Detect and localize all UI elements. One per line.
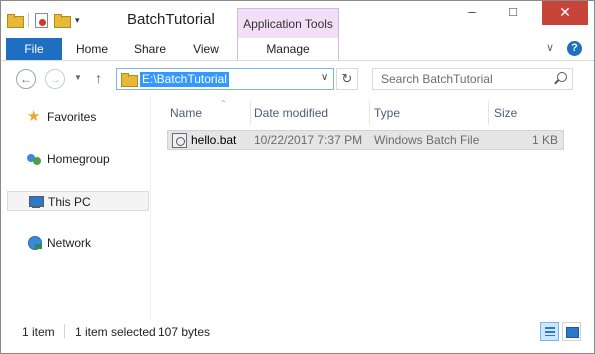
tab-home[interactable]: Home xyxy=(67,38,117,60)
file-row[interactable]: hello.bat 10/22/2017 7:37 PM Windows Bat… xyxy=(167,130,564,150)
large-icons-view-icon[interactable] xyxy=(562,322,581,341)
search-icon[interactable] xyxy=(553,72,567,86)
search-placeholder[interactable]: Search BatchTutorial xyxy=(381,72,493,86)
ribbon-tabs: File Home Share View Manage ∨ ? xyxy=(1,38,594,61)
tab-file[interactable]: File xyxy=(6,38,62,60)
recent-locations-dropdown-icon[interactable]: ▼ xyxy=(74,73,82,82)
up-arrow-button[interactable]: ↑ xyxy=(95,70,102,86)
quick-access-toolbar: ▾ xyxy=(7,11,80,29)
column-divider[interactable] xyxy=(488,101,489,125)
star-icon: ★ xyxy=(27,108,41,125)
address-path[interactable]: E:\BatchTutorial xyxy=(140,72,229,87)
address-bar[interactable]: E:\BatchTutorial ∨ xyxy=(116,68,334,90)
folder-icon xyxy=(121,73,138,87)
selected-count: 1 item selected xyxy=(75,325,156,339)
navigation-bar: ← → ▼ ↑ E:\BatchTutorial ∨ ↻ Search Batc… xyxy=(1,61,594,97)
help-icon[interactable]: ? xyxy=(567,41,582,56)
file-type: Windows Batch File xyxy=(374,133,480,147)
nav-item-homegroup[interactable]: Homegroup xyxy=(7,149,149,169)
nav-item-network[interactable]: Network xyxy=(7,233,149,253)
nav-item-label: Homegroup xyxy=(47,152,110,166)
nav-item-label: This PC xyxy=(48,195,91,209)
column-header-size[interactable]: Size xyxy=(494,103,554,123)
batch-file-icon xyxy=(172,133,187,148)
folder-icon[interactable] xyxy=(7,14,24,28)
file-date: 10/22/2017 7:37 PM xyxy=(254,133,363,147)
new-folder-icon[interactable] xyxy=(54,14,71,28)
column-header-date[interactable]: Date modified xyxy=(254,103,372,123)
tab-share[interactable]: Share xyxy=(125,38,175,60)
tab-view[interactable]: View xyxy=(181,38,231,60)
homegroup-icon xyxy=(27,152,42,166)
status-bar: 1 item 1 item selected 107 bytes xyxy=(1,319,594,353)
column-header-label: Name xyxy=(170,106,203,120)
customize-toolbar-dropdown-icon[interactable]: ▾ xyxy=(75,15,80,26)
forward-button[interactable]: → xyxy=(45,69,65,89)
back-button[interactable]: ← xyxy=(16,69,36,89)
details-view-icon[interactable] xyxy=(540,322,559,341)
properties-icon[interactable] xyxy=(35,12,48,28)
computer-icon xyxy=(28,195,44,209)
nav-item-favorites[interactable]: ★ Favorites xyxy=(7,107,149,127)
explorer-window: ▾ BatchTutorial Application Tools – □ ✕ … xyxy=(0,0,595,354)
address-dropdown-icon[interactable]: ∨ xyxy=(321,72,328,83)
column-header-type[interactable]: Type xyxy=(374,103,486,123)
window-title: BatchTutorial xyxy=(127,11,215,28)
title-bar: ▾ BatchTutorial Application Tools – □ ✕ xyxy=(1,1,594,38)
refresh-button[interactable]: ↻ xyxy=(336,68,358,90)
search-box[interactable]: Search BatchTutorial xyxy=(372,68,573,90)
file-name: hello.bat xyxy=(191,133,237,147)
network-icon xyxy=(27,236,42,250)
minimize-button[interactable]: – xyxy=(454,1,490,25)
navigation-pane: ★ Favorites Homegroup This PC Network xyxy=(1,97,151,319)
sort-ascending-icon: ⌃ xyxy=(220,99,227,108)
toolbar-divider xyxy=(28,13,29,27)
status-divider xyxy=(64,324,65,338)
tab-manage[interactable]: Manage xyxy=(237,38,339,60)
selected-size: 107 bytes xyxy=(158,325,211,339)
nav-item-label: Favorites xyxy=(47,110,97,124)
maximize-button[interactable]: □ xyxy=(495,1,531,25)
item-count: 1 item xyxy=(22,325,55,339)
file-list: ⌃ Name Date modified Type Size hello.bat… xyxy=(152,97,594,319)
close-button[interactable]: ✕ xyxy=(542,1,588,25)
column-header-name[interactable]: ⌃ Name xyxy=(170,99,250,123)
application-tools-header: Application Tools xyxy=(237,8,339,38)
nav-item-label: Network xyxy=(47,236,92,250)
column-divider[interactable] xyxy=(250,101,251,125)
expand-ribbon-chevron-icon[interactable]: ∨ xyxy=(546,41,554,54)
file-size: 1 KB xyxy=(531,133,558,147)
column-divider[interactable] xyxy=(369,101,370,125)
nav-item-this-pc[interactable]: This PC xyxy=(7,191,149,211)
